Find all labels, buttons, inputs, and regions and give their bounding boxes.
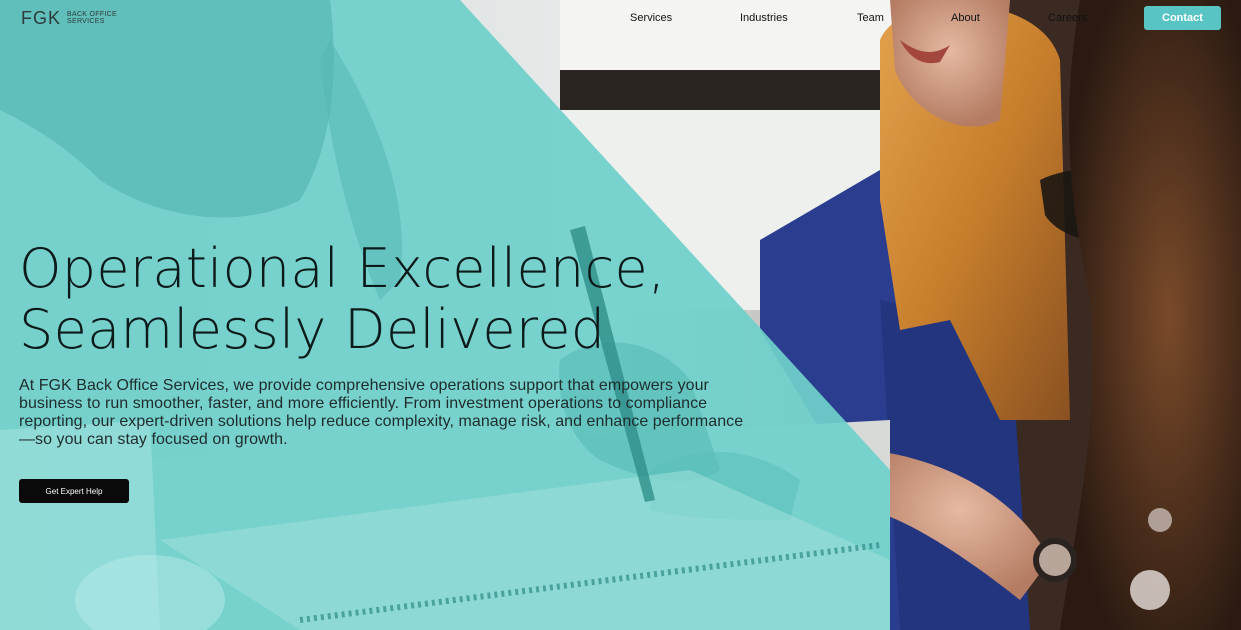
- nav-link-careers[interactable]: Careers: [1048, 11, 1087, 25]
- hero-description-line: business to run smoother, faster, and mo…: [19, 395, 708, 412]
- contact-button[interactable]: Contact: [1144, 6, 1221, 30]
- hero-title-line-2: Seamlessly Delivered: [19, 298, 606, 361]
- main-nav: Services Industries Team About Careers C…: [0, 0, 1241, 36]
- hero-title: Operational Excellence, Seamlessly Deliv…: [19, 238, 779, 360]
- get-expert-help-button[interactable]: Get Expert Help: [19, 479, 129, 503]
- nav-link-services[interactable]: Services: [630, 11, 672, 25]
- nav-link-about[interactable]: About: [951, 11, 980, 25]
- hero-description-line: At FGK Back Office Services, we provide …: [19, 377, 709, 394]
- hero-title-line-1: Operational Excellence,: [19, 237, 666, 300]
- hero-description: At FGK Back Office Services, we provide …: [19, 377, 759, 449]
- hero-description-line: reporting, our expert-driven solutions h…: [19, 413, 744, 430]
- hero-description-line: —so you can stay focused on growth.: [19, 431, 288, 448]
- hero-section: FGK BACK OFFICE SERVICES Services Indust…: [0, 0, 1241, 630]
- nav-link-industries[interactable]: Industries: [740, 11, 788, 25]
- nav-link-team[interactable]: Team: [857, 11, 884, 25]
